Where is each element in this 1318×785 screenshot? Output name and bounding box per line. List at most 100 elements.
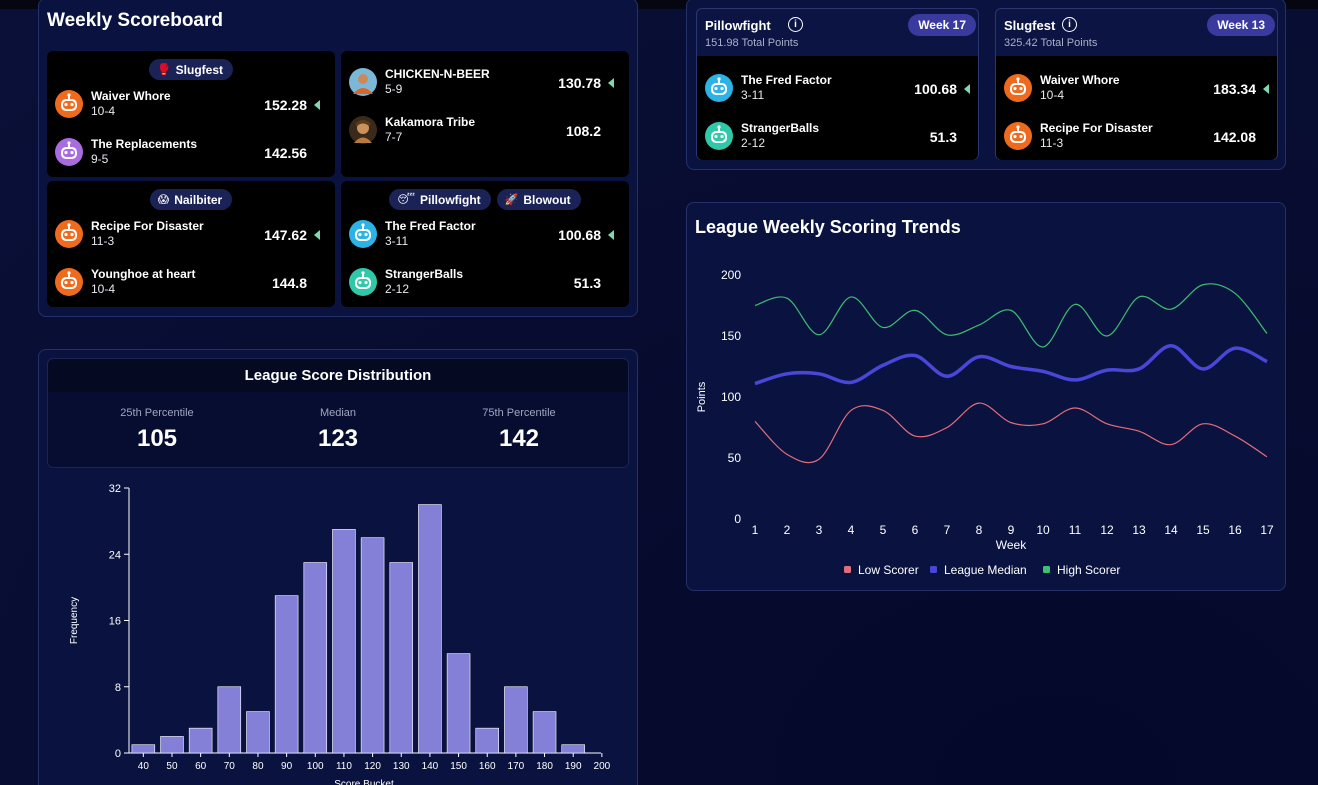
scoring-trends-chart: 0501001502001 2 3 4 5 6 7 8 9 10 11 12 13 14 15 16 17Poi… (696, 268, 1274, 577)
y-tick-label: 100 (721, 390, 741, 404)
histogram-bar[interactable] (217, 686, 242, 754)
team-row[interactable]: Kakamora Tribe 7-7 108.2 (349, 113, 621, 147)
team-name: Waiver Whore (91, 89, 171, 103)
legend-swatch (844, 566, 851, 573)
team-name: Kakamora Tribe (385, 115, 476, 129)
winner-arrow-icon (964, 84, 970, 94)
team-record: 11-3 (91, 234, 115, 248)
team-row[interactable]: Waiver Whore 10-4 183.34 (1004, 71, 1276, 105)
histogram-bar[interactable] (446, 653, 471, 754)
histogram-bar[interactable] (475, 727, 499, 754)
legend-swatch (1043, 566, 1050, 573)
x-tick-label: 40 (138, 761, 150, 772)
histogram-bar[interactable] (188, 727, 213, 754)
robot-avatar-icon (349, 220, 377, 248)
histogram-bar[interactable] (532, 711, 557, 754)
team-name: Waiver Whore (1040, 73, 1120, 87)
x-tick-label: 160 (479, 761, 496, 772)
x-tick-label: 12 (1100, 523, 1114, 537)
team-row[interactable]: StrangerBalls 2-12 51.3 (705, 119, 977, 153)
histogram-bar[interactable] (246, 711, 270, 754)
robot-avatar-icon (55, 90, 83, 118)
histogram-bar[interactable] (131, 744, 156, 754)
winner-arrow-icon (608, 78, 614, 88)
tag-label: Pillowfight (419, 192, 481, 207)
team-avatar (349, 116, 377, 144)
series-line-high-scorer[interactable] (754, 283, 1268, 348)
tag-nailbiter: 😱 Nailbiter (149, 189, 233, 210)
x-tick-label: 7 (944, 523, 951, 537)
x-tick-label: 1 (752, 523, 759, 537)
tag-blowout: 🚀 Blowout (496, 189, 581, 210)
info-icon[interactable]: i (788, 17, 803, 32)
y-tick-label: 16 (109, 616, 121, 628)
x-tick-label: 110 (336, 761, 352, 772)
series-line-league-median[interactable] (754, 344, 1268, 386)
record-teams: Waiver Whore 10-4 183.34 Recipe For Disaste… (996, 56, 1277, 160)
tag-label: Nailbiter (174, 192, 223, 207)
stat-value: 123 (317, 425, 359, 452)
team-name: StrangerBalls (385, 267, 464, 281)
team-record: 11-3 (1040, 136, 1064, 150)
score-histogram: 0 8 16 24 32 40 50 60 70 80 90 100 110 120 130 140 150 16… (69, 483, 611, 785)
legend-item[interactable]: Low Scorer (844, 563, 919, 577)
weekly-records-panel: Pillowfight i 151.98 Total Points Week 17 Th… (686, 0, 1286, 170)
histogram-bar[interactable] (303, 562, 328, 754)
team-row[interactable]: Waiver Whore 10-4 152.28 (55, 87, 327, 121)
histogram-bar[interactable] (360, 537, 385, 754)
team-score: 130.78 (558, 75, 601, 91)
histogram-bar[interactable] (418, 504, 442, 754)
info-icon[interactable]: i (1062, 17, 1077, 32)
team-score: 152.28 (264, 97, 307, 113)
histogram-bar[interactable] (160, 736, 184, 754)
x-tick-label: 100 (307, 761, 324, 772)
legend-item[interactable]: High Scorer (1043, 563, 1120, 577)
winner-arrow-icon (1263, 84, 1269, 94)
week-badge: Week 13 (1207, 14, 1275, 36)
team-name: CHICKEN-N-BEER (385, 67, 490, 81)
team-row[interactable]: Recipe For Disaster 11-3 147.62 (55, 217, 327, 251)
tag-label: Slugfest (175, 62, 224, 77)
team-row[interactable]: CHICKEN-N-BEER 5-9 130.78 (349, 65, 621, 99)
score-distribution-panel: League Score Distribution 25th Percentil… (38, 349, 638, 785)
matchup-tags: 😴 Pillowfight 🚀 Blowout (341, 189, 629, 210)
histogram-bar[interactable] (561, 744, 585, 754)
matchup-card[interactable]: 🥊 Slugfest Waiver Whore 10-4 152.28 The Repla… (47, 51, 335, 177)
x-tick-label: 180 (536, 761, 553, 772)
team-row[interactable]: The Replacements 9-5 142.56 (55, 135, 327, 169)
team-record: 3-11 (741, 88, 765, 102)
robot-avatar-icon (1004, 74, 1032, 102)
robot-avatar-icon (349, 268, 377, 296)
team-name: Younghoe at heart (91, 267, 196, 281)
x-tick-label: 130 (393, 761, 410, 772)
y-tick-label: 8 (115, 682, 121, 694)
team-row[interactable]: Recipe For Disaster 11-3 142.08 (1004, 119, 1276, 153)
record-card-slugfest[interactable]: Slugfest i 325.42 Total Points Week 13 Waive… (995, 8, 1278, 160)
matchup-card[interactable]: 😱 Nailbiter Recipe For Disaster 11-3 147.62 Y… (47, 181, 335, 307)
matchup-card[interactable]: CHICKEN-N-BEER 5-9 130.78 Kakamora Tribe 7-7… (341, 51, 629, 177)
team-score: 108.2 (565, 123, 601, 139)
x-tick-label: 120 (364, 761, 381, 772)
stat-label: 75th Percentile (482, 407, 556, 419)
record-card-pillowfight[interactable]: Pillowfight i 151.98 Total Points Week 17 Th… (696, 8, 979, 160)
x-tick-label: 17 (1260, 523, 1274, 537)
team-row[interactable]: Younghoe at heart 10-4 144.8 (55, 265, 327, 299)
matchup-card[interactable]: 😴 Pillowfight 🚀 Blowout The Fred Factor 3-11 1… (341, 181, 629, 307)
team-score: 144.8 (271, 275, 307, 291)
tag-emoji: 🚀 (504, 194, 519, 206)
winner-arrow-icon (314, 230, 320, 240)
x-tick-label: 60 (195, 761, 207, 772)
team-row[interactable]: The Fred Factor 3-11 100.68 (705, 71, 977, 105)
x-tick-label: 5 (880, 523, 887, 537)
histogram-bar[interactable] (274, 595, 299, 754)
legend-item[interactable]: League Median (930, 563, 1027, 577)
histogram-bar[interactable] (504, 686, 528, 754)
x-tick-label: 15 (1196, 523, 1210, 537)
team-row[interactable]: The Fred Factor 3-11 100.68 (349, 217, 621, 251)
histogram-bar[interactable] (389, 562, 414, 754)
series-line-low-scorer[interactable] (754, 402, 1268, 464)
team-row[interactable]: StrangerBalls 2-12 51.3 (349, 265, 621, 299)
x-tick-label: 8 (976, 523, 983, 537)
histogram-bar[interactable] (332, 529, 356, 754)
percentile-75: 75th Percentile 142 (422, 407, 616, 453)
